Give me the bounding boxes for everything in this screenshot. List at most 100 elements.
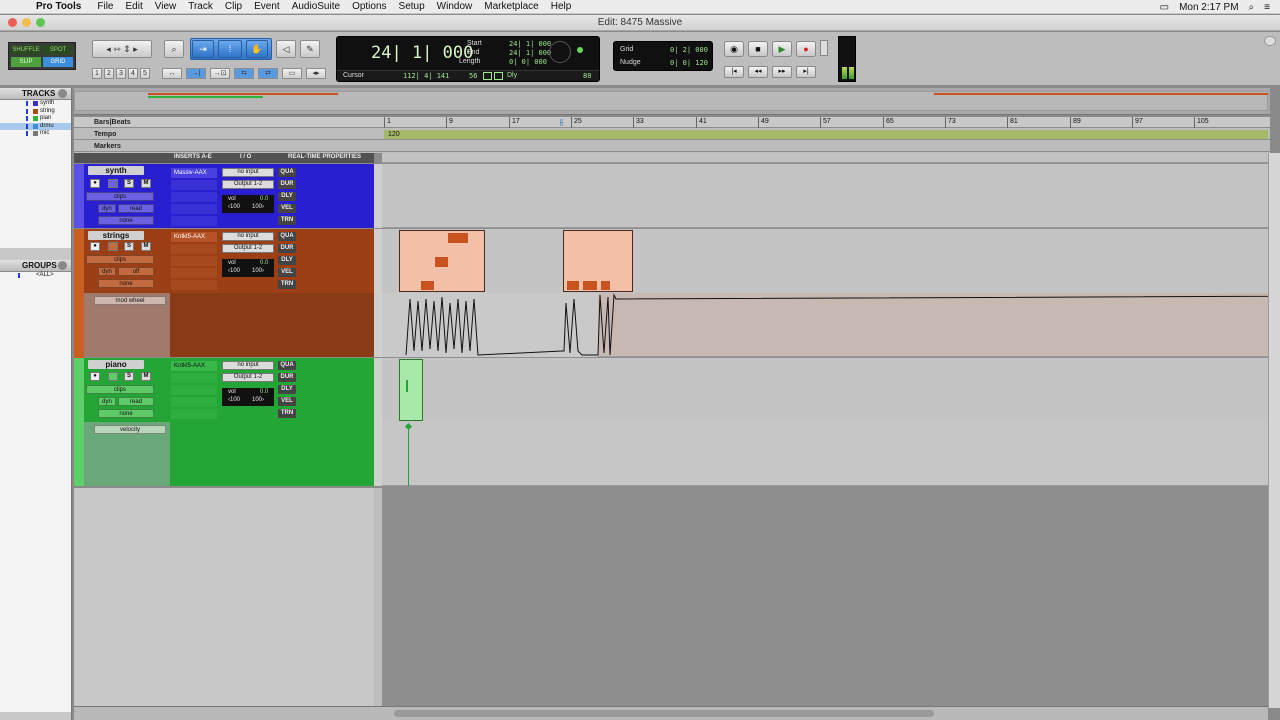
track-name[interactable]: strings — [88, 231, 144, 240]
input-monitor-icon[interactable] — [108, 372, 118, 381]
insert-slot-a[interactable]: Kntkt5-AAX — [171, 361, 217, 371]
midi-note[interactable] — [448, 233, 468, 243]
nudge-label[interactable]: Nudge — [620, 59, 641, 66]
pan-right-value[interactable]: 100› — [252, 268, 264, 274]
rtp-quantize-button[interactable]: QUA — [278, 361, 296, 370]
rtp-delay-button[interactable]: DLY — [278, 192, 296, 201]
input-selector[interactable]: no input — [222, 361, 274, 370]
insertion-follows-icon[interactable]: ▭ — [282, 68, 302, 79]
insert-slot-b[interactable] — [171, 244, 217, 254]
midi-input-knob-icon[interactable] — [549, 41, 571, 63]
insert-slot-e[interactable] — [171, 280, 217, 290]
return-to-zero-button[interactable]: |◂ — [724, 66, 744, 78]
rtp-transpose-button[interactable]: TRN — [278, 280, 296, 289]
rtp-quantize-button[interactable]: QUA — [278, 168, 296, 177]
play-button[interactable]: ▶ — [772, 41, 792, 57]
grid-value[interactable]: 0| 2| 000 — [670, 46, 708, 54]
display-icon[interactable]: ▭ — [1160, 2, 1169, 13]
length-value[interactable]: 0| 0| 000 — [509, 58, 547, 66]
pan-left-value[interactable]: ‹100 — [228, 397, 240, 403]
horizontal-scroll-bar[interactable] — [74, 706, 1268, 720]
solo-button[interactable]: S — [124, 372, 134, 381]
clips-view-selector[interactable]: clips — [86, 255, 154, 264]
insert-slot-d[interactable] — [171, 204, 217, 214]
timebase-selector[interactable]: none — [98, 279, 154, 288]
tracks-menu-icon[interactable] — [58, 89, 67, 98]
rtp-duration-button[interactable]: DUR — [278, 180, 296, 189]
output-selector[interactable]: Output 1-2 — [222, 180, 274, 189]
transport-options-icon[interactable] — [820, 40, 828, 56]
vol-value[interactable]: 0.0 — [260, 389, 268, 395]
grid-label[interactable]: Grid — [620, 46, 633, 53]
fast-forward-button[interactable]: ▸▸ — [772, 66, 792, 78]
rewind-button[interactable]: ◂◂ — [748, 66, 768, 78]
strings-mini-keyboard[interactable] — [374, 229, 382, 357]
grid-mode-button[interactable]: GRID — [43, 57, 73, 67]
grabber-tool-icon[interactable]: ✋ — [246, 40, 268, 58]
track-list-item[interactable]: string — [0, 108, 71, 116]
rtp-duration-button[interactable]: DUR — [278, 373, 296, 382]
rtp-velocity-button[interactable]: VEL — [278, 268, 296, 277]
tempo-value[interactable]: 80 — [583, 72, 591, 80]
midi-clip-strings-1[interactable] — [399, 230, 485, 292]
menu-audiosuite[interactable]: AudioSuite — [292, 1, 340, 12]
record-enable-icon[interactable]: ● — [90, 179, 100, 188]
automation-mode-selector[interactable]: off — [118, 267, 154, 276]
menu-help[interactable]: Help — [551, 1, 572, 12]
notification-center-icon[interactable]: ≡ — [1264, 2, 1270, 13]
piano-velocity-lane[interactable] — [382, 422, 1268, 486]
slip-mode-button[interactable]: SLIP — [11, 57, 41, 67]
rtp-delay-button[interactable]: DLY — [278, 385, 296, 394]
tempo-value-label[interactable]: 120 — [388, 129, 400, 140]
volume-pan-display[interactable]: vol 0.0 ‹100 100› — [222, 195, 274, 213]
selector-tool-icon[interactable]: ⁞ — [218, 40, 242, 58]
zoom-preset-1[interactable]: 1 — [92, 68, 102, 79]
insert-slot-b[interactable] — [171, 373, 217, 383]
input-monitor-icon[interactable] — [108, 179, 118, 188]
spot-mode-button[interactable]: SPOT — [43, 45, 73, 55]
spotlight-icon[interactable]: ⌕ — [1249, 2, 1255, 13]
menu-event[interactable]: Event — [254, 1, 280, 12]
menu-track[interactable]: Track — [188, 1, 213, 12]
go-to-end-button[interactable]: ▸| — [796, 66, 816, 78]
insert-slot-d[interactable] — [171, 268, 217, 278]
rtp-delay-button[interactable]: DLY — [278, 256, 296, 265]
rtp-duration-button[interactable]: DUR — [278, 244, 296, 253]
track-list-item[interactable]: synth — [0, 100, 71, 108]
zoom-preset-2[interactable]: 2 — [104, 68, 114, 79]
mod-wheel-automation[interactable] — [382, 293, 1268, 357]
track-list-item[interactable]: pian — [0, 115, 71, 123]
main-counter-value[interactable]: 24| 1| 000 — [371, 43, 473, 63]
rtp-velocity-button[interactable]: VEL — [278, 397, 296, 406]
solo-button[interactable]: S — [124, 242, 134, 251]
menu-options[interactable]: Options — [352, 1, 386, 12]
solo-button[interactable]: S — [124, 179, 134, 188]
menu-clip[interactable]: Clip — [225, 1, 242, 12]
input-selector[interactable]: no input — [222, 232, 274, 241]
dyn-selector[interactable]: dyn — [98, 204, 116, 213]
midi-note[interactable] — [567, 281, 579, 290]
tempo-ruler[interactable]: Tempo 120 — [74, 129, 1270, 140]
midi-note[interactable] — [406, 380, 408, 392]
menubar-clock[interactable]: Mon 2:17 PM — [1179, 2, 1238, 13]
synth-mini-keyboard[interactable] — [374, 164, 382, 228]
volume-pan-display[interactable]: vol 0.0 ‹100 100› — [222, 259, 274, 277]
track-name[interactable]: piano — [88, 360, 144, 369]
automation-mode-selector[interactable]: read — [118, 397, 154, 406]
dyn-selector[interactable]: dyn — [98, 397, 116, 406]
rtp-transpose-button[interactable]: TRN — [278, 409, 296, 418]
mute-button[interactable]: M — [141, 242, 151, 251]
insert-slot-a[interactable]: Massiv-AAX — [171, 168, 217, 178]
rtp-velocity-button[interactable]: VEL — [278, 204, 296, 213]
midi-note[interactable] — [421, 281, 434, 290]
strings-playlist-lane[interactable] — [382, 229, 1268, 293]
app-menu[interactable]: Pro Tools — [36, 1, 81, 12]
track-list-item[interactable]: drmu — [0, 122, 71, 130]
keyboard-focus-icon[interactable]: ◂▸ — [306, 68, 326, 79]
mirror-midi-icon[interactable]: →⊡ — [210, 68, 230, 79]
groups-header[interactable]: GROUPS — [0, 260, 71, 272]
insert-slot-c[interactable] — [171, 385, 217, 395]
insert-slot-a[interactable]: Kntkt5-AAX — [171, 232, 217, 242]
horizontal-scroll-thumb[interactable] — [394, 710, 934, 717]
dyn-selector[interactable]: dyn — [98, 267, 116, 276]
